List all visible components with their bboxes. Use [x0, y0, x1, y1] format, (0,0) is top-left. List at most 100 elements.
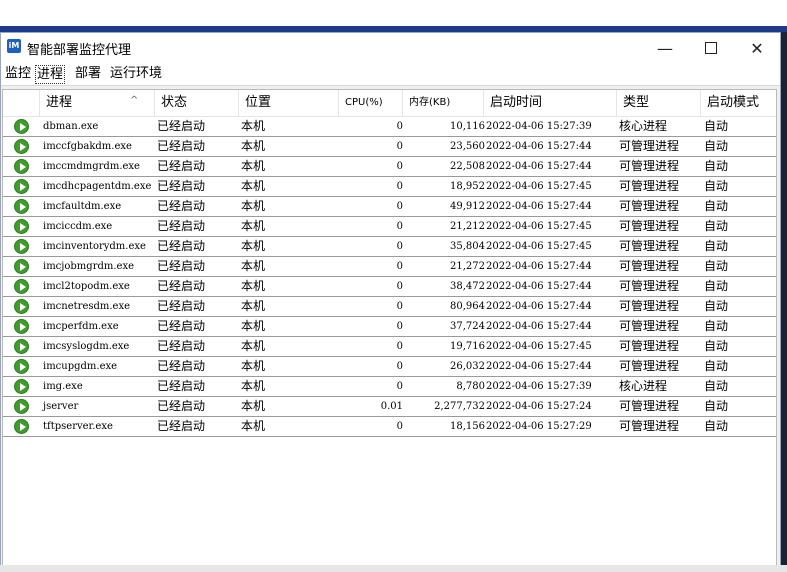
tab-deploy[interactable]: 部署 [74, 65, 102, 82]
table-row[interactable]: imcl2topodm.exe 已经启动 本机 0 38,472 2022-04-06 1… [3, 277, 776, 297]
process-location: 本机 [241, 159, 266, 173]
column-header-cpu[interactable]: CPU(%) [339, 90, 403, 116]
column-header-process[interactable]: 进程 ^ [40, 90, 155, 116]
table-row[interactable]: img.exe 已经启动 本机 0 8,780 2022-04-06 15:27:39 核心… [3, 377, 776, 397]
process-type: 可管理进程 [619, 219, 680, 233]
table-row[interactable]: imcfaultdm.exe 已经启动 本机 0 49,912 2022-04-06 15… [3, 197, 776, 217]
table-row[interactable]: imciccdm.exe 已经启动 本机 0 21,212 2022-04-06 15:2… [3, 217, 776, 237]
process-start-mode: 自动 [704, 139, 729, 153]
process-status: 已经启动 [157, 179, 206, 193]
process-status: 已经启动 [157, 419, 206, 433]
app-logo-icon: iM [7, 39, 21, 53]
process-cpu: 0 [396, 361, 403, 372]
process-name: imccmdmgrdm.exe [43, 161, 140, 172]
process-start-mode: 自动 [704, 239, 729, 253]
process-cpu: 0 [396, 201, 403, 212]
process-type: 可管理进程 [619, 179, 680, 193]
monitor-agent-window: iM 智能部署监控代理 — ✕ 监控 进程 部署 运行环境 进程 ^ 状态 位置… [0, 32, 781, 572]
minimize-button[interactable]: — [642, 33, 688, 63]
process-cpu: 0 [396, 381, 403, 392]
process-cpu: 0 [396, 141, 403, 152]
running-status-icon [14, 299, 29, 314]
column-header-start-time[interactable]: 启动时间 [484, 90, 617, 116]
column-header-location[interactable]: 位置 [239, 90, 339, 116]
process-memory: 8,780 [456, 381, 485, 392]
table-row[interactable]: tftpserver.exe 已经启动 本机 0 18,156 2022-04-06 15… [3, 417, 776, 437]
close-button[interactable]: ✕ [734, 33, 780, 63]
running-status-icon [14, 399, 29, 414]
process-list[interactable]: 进程 ^ 状态 位置 CPU(%) 内存(KB) 启动时间 类型 启动模式 db… [2, 89, 777, 571]
process-status: 已经启动 [157, 159, 206, 173]
process-memory: 19,716 [450, 341, 485, 352]
process-memory: 49,912 [450, 201, 485, 212]
process-name: imcsyslogdm.exe [43, 341, 130, 352]
process-type: 可管理进程 [619, 339, 680, 353]
process-name: imcjobmgrdm.exe [43, 261, 135, 272]
process-status: 已经启动 [157, 399, 206, 413]
tab-runtime-env[interactable]: 运行环境 [109, 65, 163, 82]
process-memory: 18,156 [450, 421, 485, 432]
title-bar[interactable]: iM 智能部署监控代理 — ✕ [1, 33, 780, 63]
maximize-button[interactable] [688, 33, 734, 63]
process-name: imcfaultdm.exe [43, 201, 122, 212]
tab-monitor[interactable]: 监控 [4, 65, 32, 82]
process-status: 已经启动 [157, 279, 206, 293]
process-name: img.exe [43, 381, 83, 392]
process-start-mode: 自动 [704, 299, 729, 313]
process-cpu: 0.01 [380, 401, 403, 412]
table-row[interactable]: imcperfdm.exe 已经启动 本机 0 37,724 2022-04-06 15:… [3, 317, 776, 337]
process-status: 已经启动 [157, 339, 206, 353]
process-memory: 18,952 [450, 181, 485, 192]
running-status-icon [14, 179, 29, 194]
process-name: imcperfdm.exe [43, 321, 119, 332]
header-icon-column[interactable] [3, 90, 40, 116]
table-row[interactable]: imcupgdm.exe 已经启动 本机 0 26,032 2022-04-06 15:2… [3, 357, 776, 377]
table-row[interactable]: imcjobmgrdm.exe 已经启动 本机 0 21,272 2022-04-06 1… [3, 257, 776, 277]
window-title: 智能部署监控代理 [27, 43, 132, 58]
process-start-mode: 自动 [704, 279, 729, 293]
process-cpu: 0 [396, 121, 403, 132]
process-cpu: 0 [396, 341, 403, 352]
table-row[interactable]: imcsyslogdm.exe 已经启动 本机 0 19,716 2022-04-06 1… [3, 337, 776, 357]
process-cpu: 0 [396, 421, 403, 432]
process-type: 可管理进程 [619, 419, 680, 433]
process-start-time: 2022-04-06 15:27:44 [486, 161, 592, 172]
process-start-time: 2022-04-06 15:27:45 [486, 181, 592, 192]
table-row[interactable]: imcinventorydm.exe 已经启动 本机 0 35,804 2022-04-0… [3, 237, 776, 257]
table-row[interactable]: imcnetresdm.exe 已经启动 本机 0 80,964 2022-04-06 1… [3, 297, 776, 317]
process-cpu: 0 [396, 301, 403, 312]
process-start-time: 2022-04-06 15:27:39 [486, 381, 592, 392]
table-row[interactable]: imcdhcpagentdm.exe 已经启动 本机 0 18,952 2022-04-0… [3, 177, 776, 197]
process-type: 可管理进程 [619, 319, 680, 333]
process-start-mode: 自动 [704, 259, 729, 273]
column-header-status[interactable]: 状态 [155, 90, 239, 116]
process-name: imcdhcpagentdm.exe [43, 181, 152, 192]
running-status-icon [14, 219, 29, 234]
tab-bar: 监控 进程 部署 运行环境 [1, 63, 780, 86]
process-memory: 21,212 [450, 221, 485, 232]
process-start-mode: 自动 [704, 379, 729, 393]
maximize-icon [705, 42, 717, 54]
column-header-memory[interactable]: 内存(KB) [403, 90, 484, 116]
table-row[interactable]: imccfgbakdm.exe 已经启动 本机 0 23,560 2022-04-06 1… [3, 137, 776, 157]
process-start-time: 2022-04-06 15:27:44 [486, 361, 592, 372]
running-status-icon [14, 259, 29, 274]
process-location: 本机 [241, 399, 266, 413]
process-status: 已经启动 [157, 199, 206, 213]
process-start-time: 2022-04-06 15:27:44 [486, 261, 592, 272]
column-header-start-mode[interactable]: 启动模式 [701, 90, 776, 116]
column-header-type[interactable]: 类型 [617, 90, 701, 116]
process-type: 可管理进程 [619, 259, 680, 273]
process-name: jserver [43, 401, 79, 412]
process-name: imcupgdm.exe [43, 361, 118, 372]
table-row[interactable]: jserver 已经启动 本机 0.01 2,277,732 2022-04-06 15:… [3, 397, 776, 417]
process-start-time: 2022-04-06 15:27:44 [486, 301, 592, 312]
table-row[interactable]: dbman.exe 已经启动 本机 0 10,116 2022-04-06 15:27:3… [3, 117, 776, 137]
process-start-time: 2022-04-06 15:27:44 [486, 201, 592, 212]
process-start-mode: 自动 [704, 179, 729, 193]
process-memory: 10,116 [450, 121, 485, 132]
process-start-time: 2022-04-06 15:27:45 [486, 241, 592, 252]
process-location: 本机 [241, 319, 266, 333]
tab-process[interactable]: 进程 [35, 65, 66, 84]
table-row[interactable]: imccmdmgrdm.exe 已经启动 本机 0 22,508 2022-04-06 1… [3, 157, 776, 177]
